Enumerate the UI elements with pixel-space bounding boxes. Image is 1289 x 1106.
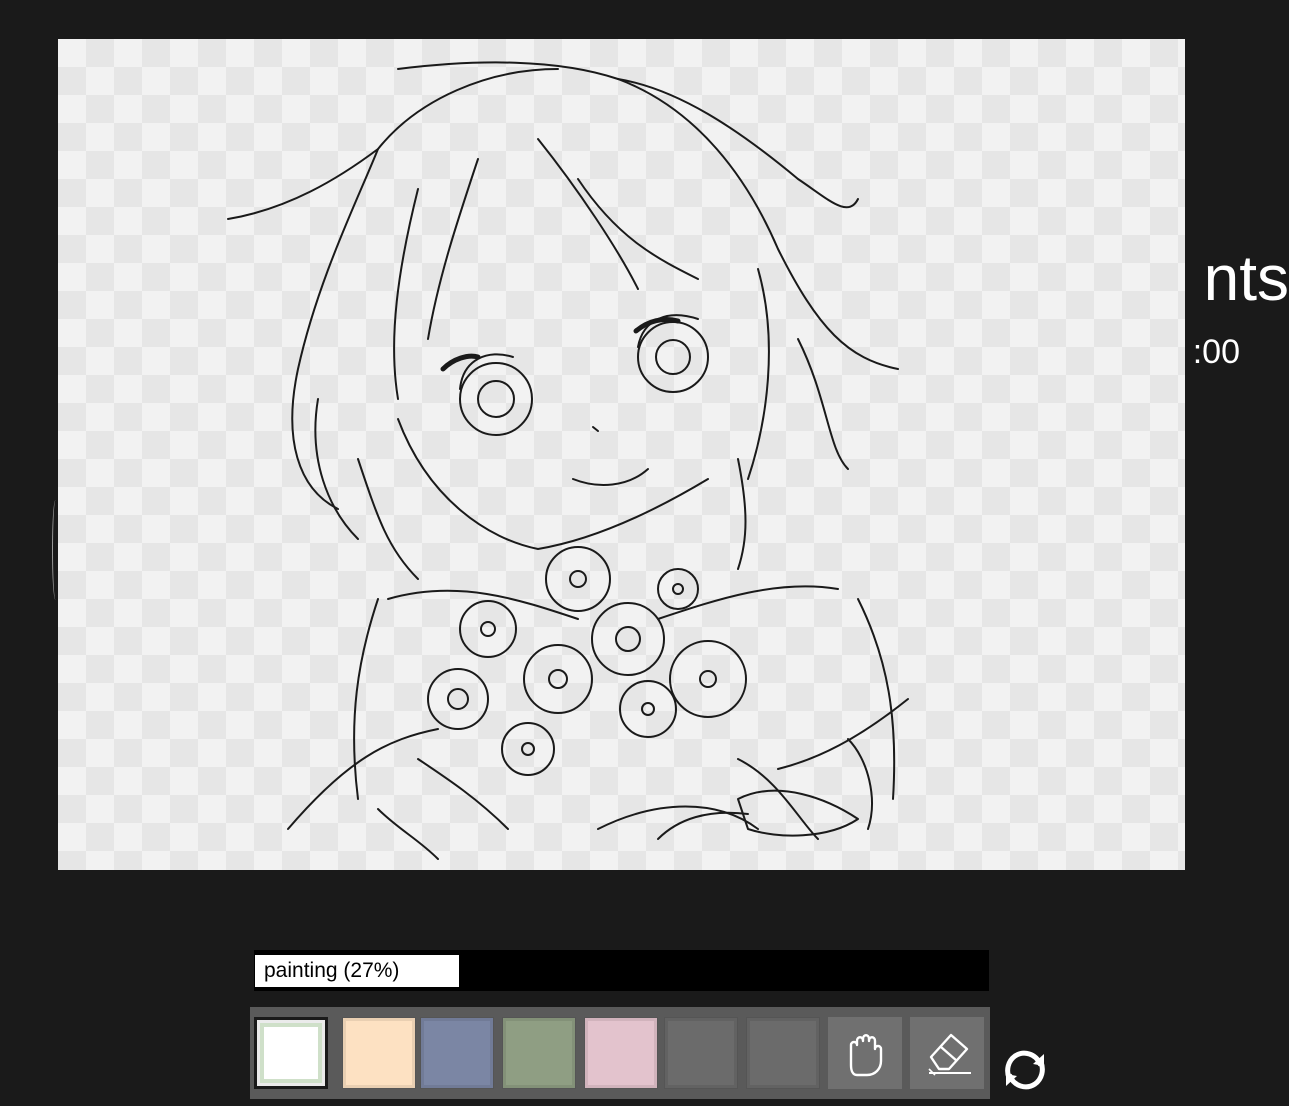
lineart-illustration — [227, 61, 909, 860]
swatch-pink[interactable] — [584, 1017, 658, 1089]
swatch-white[interactable] — [254, 1017, 328, 1089]
refresh-icon — [1005, 1050, 1045, 1090]
hand-tool-button[interactable] — [828, 1017, 902, 1089]
eraser-tool-button[interactable] — [910, 1017, 984, 1089]
status-label: painting (27%) — [255, 955, 459, 987]
drawing-canvas[interactable] — [58, 39, 1185, 870]
eraser-icon — [928, 1033, 971, 1076]
swatch-peach[interactable] — [342, 1017, 416, 1089]
swatch-sage-green[interactable] — [502, 1017, 576, 1089]
swatch-slate-blue[interactable] — [420, 1017, 494, 1089]
hand-icon — [849, 1034, 883, 1077]
swatch-empty-2[interactable] — [746, 1017, 820, 1089]
color-palette — [250, 1007, 990, 1099]
refresh-button[interactable] — [1000, 1044, 1050, 1096]
status-bar: painting (27%) — [254, 950, 989, 991]
swatch-empty-1[interactable] — [664, 1017, 738, 1089]
